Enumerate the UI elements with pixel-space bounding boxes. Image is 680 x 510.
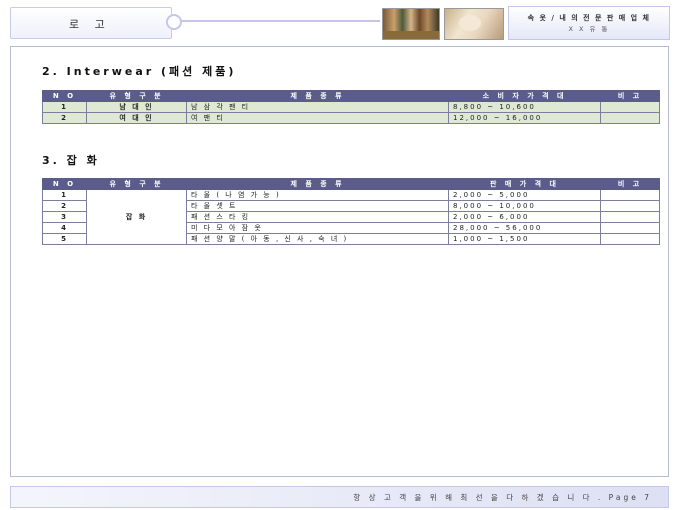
header-circle-ornament: [166, 14, 182, 30]
row-note: [600, 211, 660, 223]
company-description: 속 옷 / 내 의 전 문 판 매 업 체: [527, 14, 651, 22]
row-product: 타 올 셋 트: [186, 200, 449, 212]
company-name: X X 유 통: [568, 25, 610, 33]
column-header: 제 품 종 류: [186, 178, 449, 190]
row-product: 타 올 ( 나 염 가 능 ): [186, 189, 449, 201]
row-product: 남 삼 각 팬 티: [186, 101, 449, 113]
column-header: 비 고: [600, 90, 660, 102]
group-photo-image: [382, 8, 440, 40]
row-number: 1: [42, 101, 87, 113]
row-price: 12,000 ~ 16,000: [448, 112, 601, 124]
section-title-goods: 3. 잡 화: [42, 154, 100, 167]
row-product: 패 션 스 타 킹: [186, 211, 449, 223]
table-row: 1 남 대 인 남 삼 각 팬 티 8,800 ~ 10,600: [42, 101, 660, 113]
row-product: 여 팬 티: [186, 112, 449, 124]
content-panel: 2. Interwear (패션 제품) N O 유 형 구 분 제 품 종 류…: [10, 46, 669, 477]
row-note: [600, 189, 660, 201]
row-note: [600, 233, 660, 245]
row-price: 2,000 ~ 6,000: [448, 211, 601, 223]
group-type-cell: 잡 화: [86, 189, 187, 245]
row-price: 28,000 ~ 56,000: [448, 222, 601, 234]
column-header: 판 매 가 격 대: [448, 178, 601, 190]
column-header: 유 형 구 분: [86, 90, 187, 102]
page-footer: 항 상 고 객 을 위 해 최 선 을 다 하 겠 습 니 다 . Page 7: [10, 486, 669, 508]
row-price: 8,000 ~ 10,000: [448, 200, 601, 212]
row-number: 1: [42, 189, 87, 201]
column-header: N O: [42, 178, 87, 190]
goods-table: N O 유 형 구 분 제 품 종 류 판 매 가 격 대 비 고 1 잡 화 …: [42, 178, 660, 245]
product-photo-image: [444, 8, 504, 40]
row-price: 8,800 ~ 10,600: [448, 101, 601, 113]
row-note: [600, 222, 660, 234]
column-header: 유 형 구 분: [86, 178, 187, 190]
row-type: 여 대 인: [86, 112, 187, 124]
column-header: 소 비 자 가 격 대: [448, 90, 601, 102]
column-header: 비 고: [600, 178, 660, 190]
header-divider-line: [180, 20, 380, 22]
row-number: 2: [42, 200, 87, 212]
row-number: 3: [42, 211, 87, 223]
column-header: 제 품 종 류: [186, 90, 449, 102]
column-header: N O: [42, 90, 87, 102]
logo-box: 로 고: [10, 7, 172, 39]
row-note: [600, 112, 660, 124]
row-number: 2: [42, 112, 87, 124]
page-header: 로 고 속 옷 / 내 의 전 문 판 매 업 체 X X 유 통: [0, 0, 680, 44]
section-title-interwear: 2. Interwear (패션 제품): [42, 65, 237, 78]
logo-text: 로 고: [69, 18, 111, 31]
row-number: 4: [42, 222, 87, 234]
row-price: 2,000 ~ 5,000: [448, 189, 601, 201]
interwear-table: N O 유 형 구 분 제 품 종 류 소 비 자 가 격 대 비 고 1 남 …: [42, 90, 660, 124]
row-price: 1,000 ~ 1,500: [448, 233, 601, 245]
footer-text: 항 상 고 객 을 위 해 최 선 을 다 하 겠 습 니 다 . Page 7: [353, 493, 652, 502]
row-product: 미 다 모 아 잠 옷: [186, 222, 449, 234]
row-note: [600, 101, 660, 113]
table-header-row: N O 유 형 구 분 제 품 종 류 판 매 가 격 대 비 고: [42, 178, 660, 190]
table-row: 2 여 대 인 여 팬 티 12,000 ~ 16,000: [42, 112, 660, 124]
company-box: 속 옷 / 내 의 전 문 판 매 업 체 X X 유 통: [508, 6, 670, 40]
row-product: 패 션 양 말 ( 아 동 , 신 사 , 숙 녀 ): [186, 233, 449, 245]
table-row: 1 잡 화 타 올 ( 나 염 가 능 ) 2,000 ~ 5,000: [42, 189, 660, 245]
table-header-row: N O 유 형 구 분 제 품 종 류 소 비 자 가 격 대 비 고: [42, 90, 660, 102]
row-note: [600, 200, 660, 212]
row-type: 남 대 인: [86, 101, 187, 113]
row-number: 5: [42, 233, 87, 245]
